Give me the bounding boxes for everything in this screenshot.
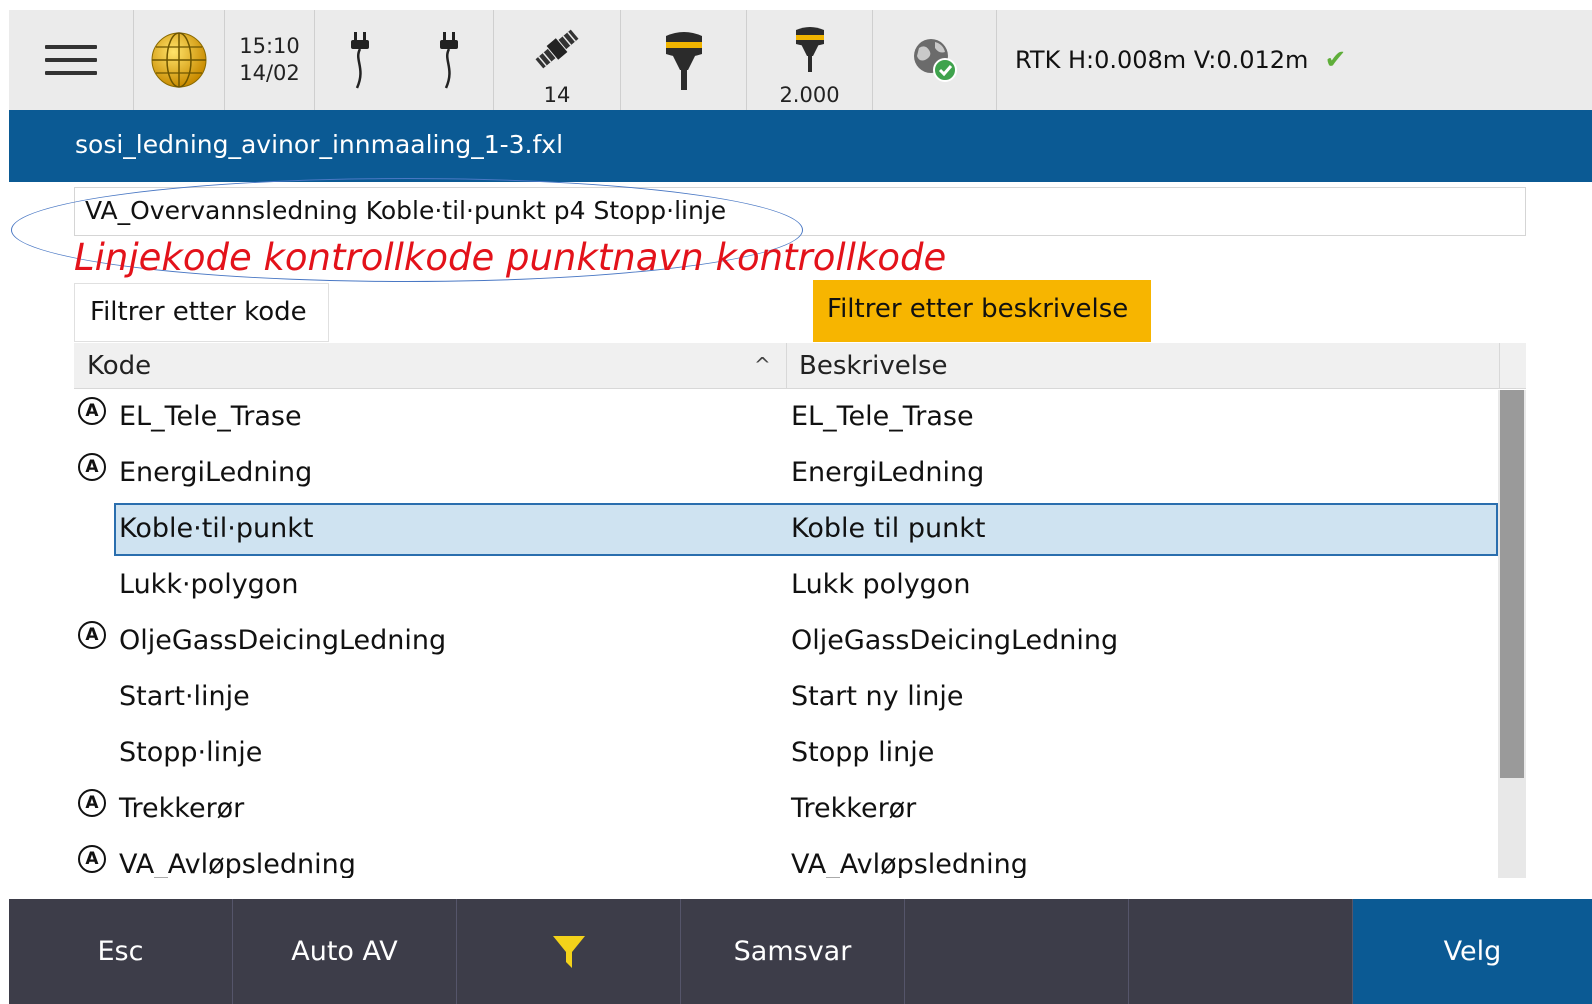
vertical-scrollbar[interactable] (1498, 390, 1526, 878)
rtk-precision-status[interactable]: RTK H:0.008m V:0.012m ✔ (997, 10, 1592, 110)
code-table-header: Kode ^ Beskrivelse (74, 343, 1526, 389)
select-button[interactable]: Velg (1353, 899, 1592, 1004)
esc-button[interactable]: Esc (9, 899, 233, 1004)
empty-softkey-2[interactable] (1129, 899, 1353, 1004)
plug-icon (350, 32, 369, 89)
column-header-description-label: Beskrivelse (799, 351, 948, 381)
globe-button[interactable] (134, 10, 225, 110)
filter-funnel-icon (552, 935, 585, 968)
filter-button[interactable] (457, 899, 681, 1004)
row-code: Trekkerør (119, 793, 245, 824)
match-button[interactable]: Samsvar (681, 899, 905, 1004)
attribute-icon: A (78, 845, 106, 873)
satellite-icon (535, 29, 579, 69)
bottom-toolbar: Esc Auto AV Samsvar Velg (9, 899, 1592, 1004)
plug-icon (439, 32, 458, 89)
internet-status[interactable] (873, 10, 997, 110)
hamburger-icon (45, 36, 97, 84)
code-input[interactable]: VA_Overvannsledning Koble·til·punkt p4 S… (74, 187, 1526, 236)
attribute-icon: A (78, 621, 106, 649)
code-list: A EL_Tele_Trase EL_Tele_Trase A EnergiLe… (74, 390, 1498, 878)
table-row[interactable]: A EnergiLedning EnergiLedning (74, 446, 1498, 502)
checkmark-icon: ✔ (1324, 45, 1347, 75)
row-code: Lukk·polygon (119, 569, 299, 600)
annotation-text: Linjekode kontrollkode punktnavn kontrol… (74, 236, 947, 279)
satellite-status[interactable]: 14 (494, 10, 621, 110)
table-row[interactable]: Stopp·linje Stopp linje (74, 726, 1498, 782)
sort-ascending-icon: ^ (754, 353, 771, 377)
time-label: 15:10 (239, 34, 300, 58)
table-row[interactable]: Start·linje Start ny linje (74, 670, 1498, 726)
scrollbar-thumb[interactable] (1500, 390, 1524, 778)
table-row[interactable]: Lukk·polygon Lukk polygon (74, 558, 1498, 614)
gnss-receiver-icon (665, 32, 702, 90)
table-row[interactable]: A EL_Tele_Trase EL_Tele_Trase (74, 390, 1498, 446)
antenna-height-value: 2.000 (779, 83, 840, 107)
row-code: Stopp·linje (119, 737, 263, 768)
row-description: Lukk polygon (791, 569, 971, 600)
row-description: OljeGassDeicingLedning (791, 625, 1119, 656)
date-label: 14/02 (239, 61, 300, 85)
row-description: Trekkerør (791, 793, 917, 824)
table-row-selected[interactable]: Koble·til·punkt Koble til punkt (74, 502, 1498, 558)
power-status-1[interactable] (315, 10, 404, 110)
row-code: Koble·til·punkt (119, 513, 314, 544)
rtk-status-text: RTK H:0.008m V:0.012m (1015, 46, 1309, 74)
library-title-bar: sosi_ledning_avinor_innmaaling_1-3.fxl (9, 110, 1592, 182)
status-bar: 15:10 14/02 14 2.000 RTK H:0.008m V:0.01… (9, 10, 1592, 110)
filter-by-code-button[interactable]: Filtrer etter kode (74, 283, 329, 342)
table-row[interactable]: A OljeGassDeicingLedning OljeGassDeicing… (74, 614, 1498, 670)
row-code: EnergiLedning (119, 457, 313, 488)
table-row[interactable]: A VA_Avløpsledning VA_Avløpsledning (74, 838, 1498, 878)
row-description: EnergiLedning (791, 457, 985, 488)
attribute-icon: A (78, 789, 106, 817)
globe-icon (151, 32, 207, 88)
row-code: EL_Tele_Trase (119, 401, 302, 432)
receiver-status[interactable] (621, 10, 747, 110)
empty-softkey-1[interactable] (905, 899, 1129, 1004)
table-row[interactable]: A Trekkerør Trekkerør (74, 782, 1498, 838)
column-header-code[interactable]: Kode ^ (74, 343, 787, 389)
column-header-code-label: Kode (87, 351, 152, 381)
antenna-height[interactable]: 2.000 (747, 10, 873, 110)
attribute-icon: A (78, 453, 106, 481)
power-status-2[interactable] (404, 10, 494, 110)
globe-connected-icon (913, 39, 957, 82)
row-description: VA_Avløpsledning (791, 849, 1028, 878)
row-description: EL_Tele_Trase (791, 401, 974, 432)
row-code: Start·linje (119, 681, 250, 712)
row-description: Start ny linje (791, 681, 964, 712)
menu-button[interactable] (9, 10, 134, 110)
column-header-description[interactable]: Beskrivelse (787, 343, 1500, 389)
time-date-display[interactable]: 15:10 14/02 (225, 10, 315, 110)
row-code: OljeGassDeicingLedning (119, 625, 447, 656)
attribute-icon: A (78, 397, 106, 425)
auto-off-button[interactable]: Auto AV (233, 899, 457, 1004)
satellite-count: 14 (543, 83, 571, 107)
library-file-name: sosi_ledning_avinor_innmaaling_1-3.fxl (75, 130, 564, 159)
filter-by-description-button[interactable]: Filtrer etter beskrivelse (813, 280, 1151, 342)
row-description: Koble til punkt (791, 513, 986, 544)
antenna-icon (795, 27, 824, 72)
row-code: VA_Avløpsledning (119, 849, 356, 878)
row-description: Stopp linje (791, 737, 935, 768)
